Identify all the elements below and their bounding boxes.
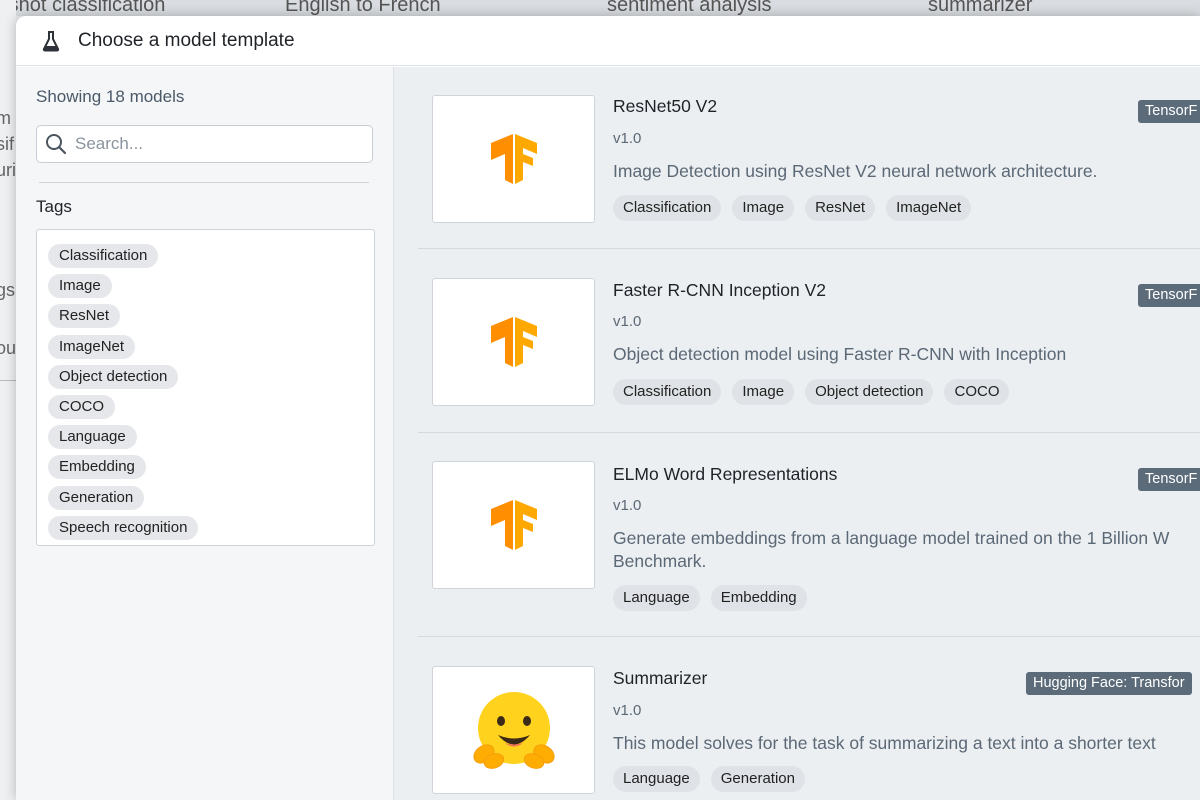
tag-filter-imagenet[interactable]: ImageNet [48, 334, 136, 359]
background-tab: sentiment analysis [607, 0, 772, 16]
tag-filter-language[interactable]: Language [48, 425, 137, 450]
model-tags: Classification Image ResNet ImageNet [613, 195, 972, 221]
model-tag[interactable]: ImageNet [886, 195, 972, 221]
model-card[interactable]: ResNet50 V2 v1.0 Image Detection using R… [394, 67, 1200, 251]
background-fragment: m [0, 108, 11, 128]
sidebar-divider [39, 182, 369, 183]
model-title: Summarizer [613, 668, 708, 688]
background-fragment: ou [0, 338, 16, 358]
model-description: Generate embeddings from a language mode… [613, 528, 1170, 571]
search-field[interactable] [36, 125, 373, 163]
background-fragment: gs [0, 280, 16, 300]
filter-sidebar: Showing 18 models Tags Classification Im… [16, 67, 394, 800]
background-left-strip: m sif uri gs ou [0, 0, 16, 800]
tensorflow-logo-icon [432, 278, 595, 406]
model-tag[interactable]: Language [613, 585, 700, 611]
model-template-dialog: Choose a model template Showing 18 model… [16, 16, 1200, 800]
model-title: ResNet50 V2 [613, 96, 718, 116]
tag-filter-speech-recognition[interactable]: Speech recognition [48, 515, 199, 540]
framework-badge: TensorF [1138, 284, 1200, 307]
model-tag[interactable]: Embedding [710, 585, 807, 611]
model-tag[interactable]: ResNet [805, 195, 876, 221]
search-input[interactable] [75, 134, 355, 154]
tag-filter-embedding[interactable]: Embedding [48, 455, 146, 480]
model-title: Faster R-CNN Inception V2 [613, 280, 826, 300]
model-tag[interactable]: Generation [710, 766, 805, 792]
model-tags: Language Embedding [613, 585, 807, 611]
tag-filter-object-detection[interactable]: Object detection [48, 364, 179, 389]
model-tag[interactable]: Classification [613, 195, 722, 221]
model-card[interactable]: Summarizer v1.0 This model solves for th… [394, 639, 1200, 800]
flask-icon [40, 30, 62, 52]
tag-filter-generation[interactable]: Generation [48, 485, 145, 510]
card-divider [418, 248, 1200, 249]
background-tab: English to French [285, 0, 441, 16]
dialog-header: Choose a model template [16, 16, 1200, 66]
model-version: v1.0 [613, 702, 642, 719]
framework-badge: TensorF [1138, 468, 1200, 491]
model-version: v1.0 [613, 313, 642, 330]
background-tabs: y-shot classification English to French … [0, 0, 1200, 16]
dialog-body: Showing 18 models Tags Classification Im… [16, 67, 1200, 800]
model-description: Object detection model using Faster R-CN… [613, 344, 1067, 364]
background-tab: y-shot classification [0, 0, 166, 16]
dialog-title: Choose a model template [78, 29, 295, 51]
tag-filter-image[interactable]: Image [48, 274, 112, 299]
tag-filter-classification[interactable]: Classification [48, 244, 159, 269]
model-tag[interactable]: Language [613, 766, 700, 792]
model-description: Image Detection using ResNet V2 neural n… [613, 161, 1098, 181]
tags-heading: Tags [36, 197, 72, 216]
model-tag[interactable]: Classification [613, 379, 722, 405]
tensorflow-logo-icon [432, 95, 595, 223]
model-version: v1.0 [613, 497, 642, 514]
model-tags: Language Generation [613, 766, 805, 792]
search-icon [45, 133, 67, 155]
model-count: Showing 18 models [36, 87, 185, 106]
model-tag[interactable]: Image [732, 195, 795, 221]
model-description: This model solves for the task of summar… [613, 733, 1156, 753]
model-title: ELMo Word Representations [613, 464, 838, 484]
hugging-face-logo-icon [432, 666, 595, 794]
tag-filter-coco[interactable]: COCO [48, 395, 115, 420]
card-divider [418, 636, 1200, 637]
card-divider [418, 432, 1200, 433]
model-tag[interactable]: Image [732, 379, 795, 405]
background-fragment: sif [0, 134, 14, 154]
tensorflow-logo-icon [432, 461, 595, 589]
model-tag[interactable]: Object detection [805, 379, 934, 405]
background-divider [0, 380, 16, 381]
tag-list: Classification Image ResNet ImageNet Obj… [36, 229, 375, 546]
background-tab: summarizer [928, 0, 1033, 16]
model-version: v1.0 [613, 130, 642, 147]
model-card[interactable]: Faster R-CNN Inception V2 v1.0 Object de… [394, 251, 1200, 435]
model-card[interactable]: ELMo Word Representations v1.0 Generate … [394, 435, 1200, 639]
model-list: ResNet50 V2 v1.0 Image Detection using R… [394, 67, 1200, 800]
framework-badge: TensorF [1138, 100, 1200, 123]
background-fragment: uri [0, 160, 16, 180]
model-tags: Classification Image Object detection CO… [613, 379, 1010, 405]
model-tag[interactable]: COCO [944, 379, 1010, 405]
tag-filter-resnet[interactable]: ResNet [48, 304, 121, 329]
framework-badge: Hugging Face: Transfor [1026, 672, 1192, 695]
